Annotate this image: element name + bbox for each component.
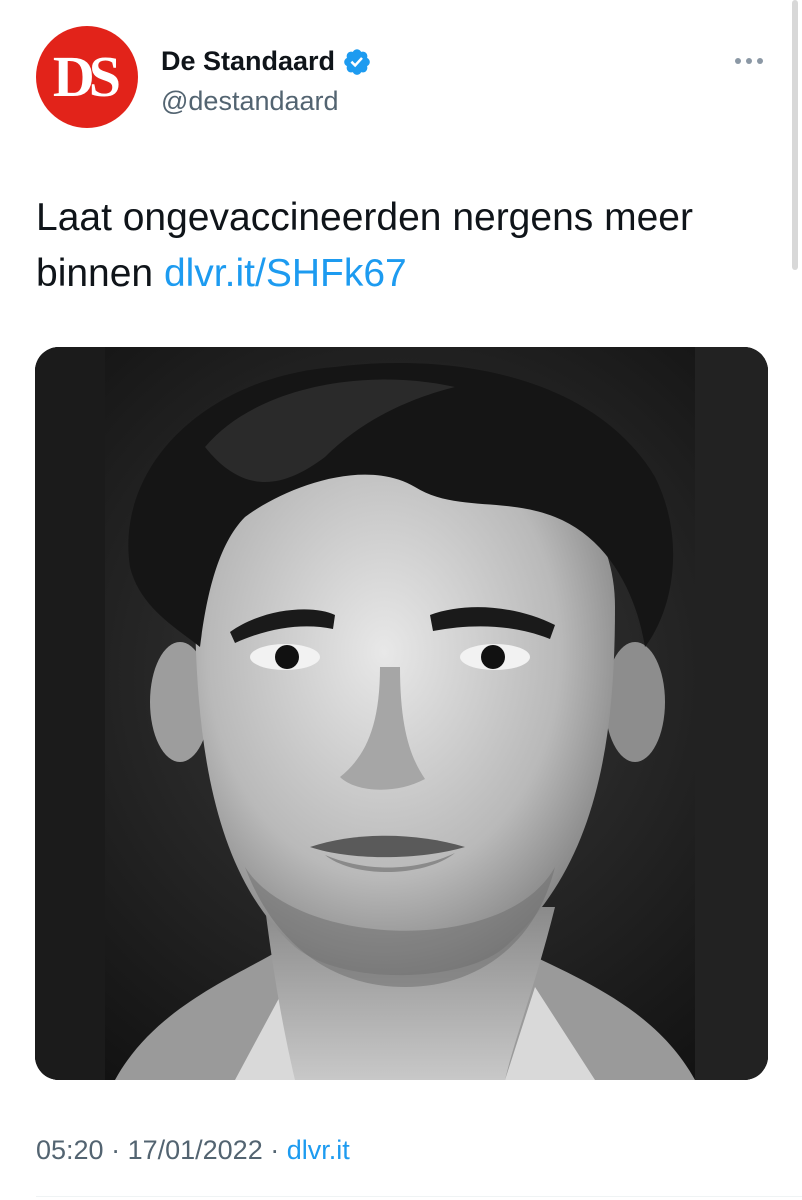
meta-separator: · bbox=[103, 1135, 128, 1165]
tweet-meta: 05:20 · 17/01/2022 · dlvr.it bbox=[36, 1135, 350, 1166]
tweet-time[interactable]: 05:20 bbox=[36, 1135, 104, 1165]
divider bbox=[36, 1196, 802, 1197]
avatar-logo-text: DS bbox=[52, 44, 121, 109]
tweet: DS De Standaard @destandaard Laat ongeva… bbox=[0, 0, 802, 1200]
more-options-icon[interactable] bbox=[732, 44, 766, 78]
meta-separator: · bbox=[262, 1135, 287, 1165]
avatar[interactable]: DS bbox=[36, 26, 138, 128]
tweet-photo[interactable] bbox=[35, 347, 768, 1080]
scrollbar[interactable] bbox=[792, 0, 798, 270]
tweet-date[interactable]: 17/01/2022 bbox=[128, 1135, 263, 1165]
tweet-text: Laat ongevaccineerden nergens meer binne… bbox=[36, 190, 736, 302]
author-name-row: De Standaard bbox=[161, 46, 372, 77]
portrait-photo bbox=[35, 347, 768, 1080]
author-handle[interactable]: @destandaard bbox=[161, 86, 339, 117]
tweet-link[interactable]: dlvr.it/SHFk67 bbox=[164, 252, 407, 295]
tweet-source[interactable]: dlvr.it bbox=[287, 1135, 350, 1165]
verified-badge-icon bbox=[342, 47, 372, 77]
author-display-name[interactable]: De Standaard bbox=[161, 46, 335, 77]
